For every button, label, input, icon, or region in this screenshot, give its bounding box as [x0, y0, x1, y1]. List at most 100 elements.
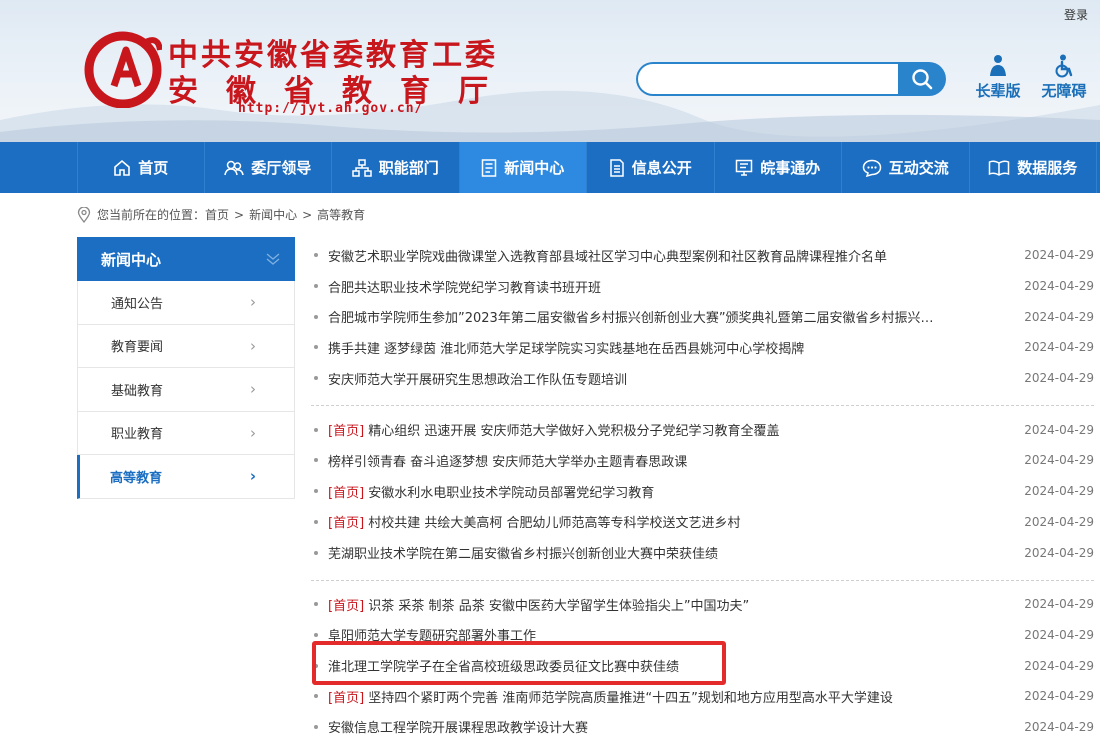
news-title[interactable]: 安徽艺术职业学院戏曲微课堂入选教育部县域社区学习中心典型案例和社区教育品牌课程推… [328, 246, 1014, 265]
login-link[interactable]: 登录 [1064, 6, 1088, 23]
news-title-text: 携手共建 逐梦绿茵 淮北师范大学足球学院实习实践基地在岳西县姚河中心学校揭牌 [328, 341, 805, 357]
bullet-icon [314, 458, 318, 463]
news-title[interactable]: [首页] 精心组织 迅速开展 安庆师范大学做好入党积极分子党纪学习教育全覆盖 [328, 420, 1014, 439]
news-list-item[interactable]: [首页] 坚持四个紧盯两个完善 淮南师范学院高质量推进“十四五”规划和地方应用型… [311, 681, 1094, 712]
nav-label: 皖事通办 [760, 159, 821, 177]
news-list-item[interactable]: 阜阳师范大学专题研究部署外事工作 2024-04-29 [311, 620, 1094, 651]
news-list-item[interactable]: [首页] 识茶 采茶 制茶 品茶 安徽中医药大学留学生体验指尖上”中国功夫” 20… [311, 589, 1094, 620]
nav-item-interaction[interactable]: 互动交流 [842, 142, 970, 193]
news-list-item[interactable]: 合肥城市学院师生参加”2023年第二届安徽省乡村振兴创新创业大赛”颁奖典礼暨第二… [311, 301, 1094, 332]
book-icon [988, 159, 1010, 176]
nav-item-news[interactable]: 新闻中心 [459, 142, 587, 193]
news-tag[interactable]: [首页] [328, 486, 364, 501]
search-input[interactable] [636, 62, 898, 96]
news-date: 2024-04-29 [1024, 627, 1094, 642]
sidebar-header: 新闻中心 [77, 237, 295, 281]
news-title[interactable]: [首页] 村校共建 共绘大美高柯 合肥幼儿师范高等专科学校送文艺进乡村 [328, 512, 1014, 531]
nav-item-data[interactable]: 数据服务 [970, 142, 1097, 193]
sidebar-item-basic-education[interactable]: 基础教育 › [77, 368, 295, 412]
news-tag[interactable]: [首页] [328, 599, 364, 614]
news-date: 2024-04-29 [1024, 484, 1094, 499]
news-title-text: 榜样引领青春 奋斗追逐梦想 安庆师范大学举办主题青春思政课 [328, 454, 688, 470]
news-list-item[interactable]: 芜湖职业技术学院在第二届安徽省乡村振兴创新创业大赛中荣获佳绩 2024-04-29 [311, 537, 1094, 568]
breadcrumb-home[interactable]: 首页 [205, 206, 229, 223]
sidebar-item-education-news[interactable]: 教育要闻 › [77, 324, 295, 368]
site-logo-icon[interactable] [84, 28, 162, 108]
bullet-icon [314, 632, 318, 637]
news-date: 2024-04-29 [1024, 719, 1094, 734]
news-list-item[interactable]: 合肥共达职业技术学院党纪学习教育读书班开班 2024-04-29 [311, 271, 1094, 302]
elder-mode-button[interactable]: 长辈版 [972, 54, 1024, 101]
news-title-text: 淮北理工学院学子在全省高校班级思政委员征文比赛中获佳绩 [328, 660, 680, 676]
news-title-text: 坚持四个紧盯两个完善 淮南师范学院高质量推进“十四五”规划和地方应用型高水平大学… [368, 690, 893, 706]
news-title[interactable]: 榜样引领青春 奋斗追逐梦想 安庆师范大学举办主题青春思政课 [328, 451, 1014, 470]
sidebar-item-label: 高等教育 [110, 470, 163, 486]
breadcrumb-current[interactable]: 高等教育 [317, 206, 365, 223]
nav-label: 信息公开 [631, 159, 692, 177]
nav-item-departments[interactable]: 职能部门 [332, 142, 460, 193]
bullet-icon [314, 489, 318, 494]
bullet-icon [314, 284, 318, 289]
news-title[interactable]: 携手共建 逐梦绿茵 淮北师范大学足球学院实习实践基地在岳西县姚河中心学校揭牌 [328, 338, 1014, 357]
nav-item-disclosure[interactable]: 信息公开 [587, 142, 715, 193]
bullet-icon [314, 724, 318, 729]
bullet-icon [314, 602, 318, 607]
news-title[interactable]: [首页] 识茶 采茶 制茶 品茶 安徽中医药大学留学生体验指尖上”中国功夫” [328, 595, 1014, 614]
bullet-icon [314, 345, 318, 350]
news-list-item[interactable]: [首页] 安徽水利水电职业技术学院动员部署党纪学习教育 2024-04-29 [311, 476, 1094, 507]
news-tag[interactable]: [首页] [328, 424, 364, 439]
news-date: 2024-04-29 [1024, 689, 1094, 704]
search-box [636, 62, 946, 96]
accessibility-button[interactable]: 无障碍 [1038, 54, 1090, 101]
news-list-item[interactable]: 安庆师范大学开展研究生思想政治工作队伍专题培训 2024-04-29 [311, 363, 1094, 394]
news-date: 2024-04-29 [1024, 422, 1094, 437]
news-title[interactable]: 安庆师范大学开展研究生思想政治工作队伍专题培训 [328, 369, 1014, 388]
news-list: 安徽艺术职业学院戏曲微课堂入选教育部县域社区学习中心典型案例和社区教育品牌课程推… [311, 240, 1094, 742]
news-title[interactable]: 合肥共达职业技术学院党纪学习教育读书班开班 [328, 277, 1014, 296]
news-title-text: 安徽信息工程学院开展课程思政教学设计大赛 [328, 721, 589, 737]
news-list-item[interactable]: 淮北理工学院学子在全省高校班级思政委员征文比赛中获佳绩 2024-04-29 [311, 650, 1094, 681]
chevron-right-icon: › [250, 293, 256, 312]
sidebar-item-label: 职业教育 [111, 427, 164, 443]
news-list-item[interactable]: 安徽艺术职业学院戏曲微课堂入选教育部县域社区学习中心典型案例和社区教育品牌课程推… [311, 240, 1094, 271]
news-date: 2024-04-29 [1024, 453, 1094, 468]
breadcrumb-news[interactable]: 新闻中心 [249, 206, 297, 223]
news-date: 2024-04-29 [1024, 279, 1094, 294]
breadcrumb-separator: > [302, 207, 313, 222]
nav-item-services[interactable]: 皖事通办 [715, 142, 842, 193]
double-chevron-down-icon [266, 253, 280, 265]
sidebar-item-label: 教育要闻 [111, 340, 164, 356]
news-title[interactable]: 芜湖职业技术学院在第二届安徽省乡村振兴创新创业大赛中荣获佳绩 [328, 543, 1014, 562]
news-title[interactable]: 安徽信息工程学院开展课程思政教学设计大赛 [328, 717, 1014, 736]
sidebar-item-notices[interactable]: 通知公告 › [77, 281, 295, 325]
bullet-icon [314, 253, 318, 258]
news-list-item[interactable]: [首页] 精心组织 迅速开展 安庆师范大学做好入党积极分子党纪学习教育全覆盖 20… [311, 414, 1094, 445]
news-list-item[interactable]: 携手共建 逐梦绿茵 淮北师范大学足球学院实习实践基地在岳西县姚河中心学校揭牌 20… [311, 332, 1094, 363]
news-list-item[interactable]: 榜样引领青春 奋斗追逐梦想 安庆师范大学举办主题青春思政课 2024-04-29 [311, 445, 1094, 476]
news-date: 2024-04-29 [1024, 309, 1094, 324]
search-button[interactable] [898, 62, 946, 96]
news-title-text: 阜阳师范大学专题研究部署外事工作 [328, 629, 537, 645]
sidebar-item-higher-education[interactable]: 高等教育 › [77, 455, 295, 499]
chevron-right-icon: › [250, 380, 256, 399]
nav-item-leaders[interactable]: 委厅领导 [205, 142, 332, 193]
news-tag[interactable]: [首页] [328, 516, 364, 531]
news-tag[interactable]: [首页] [328, 691, 364, 706]
news-title[interactable]: [首页] 坚持四个紧盯两个完善 淮南师范学院高质量推进“十四五”规划和地方应用型… [328, 687, 1014, 706]
nav-label: 新闻中心 [504, 159, 565, 177]
wheelchair-icon [1055, 54, 1073, 78]
document-icon [481, 158, 497, 177]
monitor-icon [735, 159, 753, 176]
news-title-text: 村校共建 共绘大美高柯 合肥幼儿师范高等专科学校送文艺进乡村 [368, 516, 741, 532]
news-title-text: 合肥城市学院师生参加”2023年第二届安徽省乡村振兴创新创业大赛”颁奖典礼暨第二… [328, 311, 934, 327]
nav-item-home[interactable]: 首页 [77, 142, 205, 193]
sidebar-item-vocational-education[interactable]: 职业教育 › [77, 411, 295, 455]
news-list-item[interactable]: [首页] 村校共建 共绘大美高柯 合肥幼儿师范高等专科学校送文艺进乡村 2024-… [311, 507, 1094, 538]
bullet-icon [314, 550, 318, 555]
news-title[interactable]: 阜阳师范大学专题研究部署外事工作 [328, 625, 1014, 644]
news-title-text: 合肥共达职业技术学院党纪学习教育读书班开班 [328, 280, 602, 296]
news-title[interactable]: [首页] 安徽水利水电职业技术学院动员部署党纪学习教育 [328, 482, 1014, 501]
news-title[interactable]: 淮北理工学院学子在全省高校班级思政委员征文比赛中获佳绩 [328, 656, 1014, 675]
news-list-item[interactable]: 安徽信息工程学院开展课程思政教学设计大赛 2024-04-29 [311, 712, 1094, 742]
news-title[interactable]: 合肥城市学院师生参加”2023年第二届安徽省乡村振兴创新创业大赛”颁奖典礼暨第二… [328, 307, 1014, 326]
